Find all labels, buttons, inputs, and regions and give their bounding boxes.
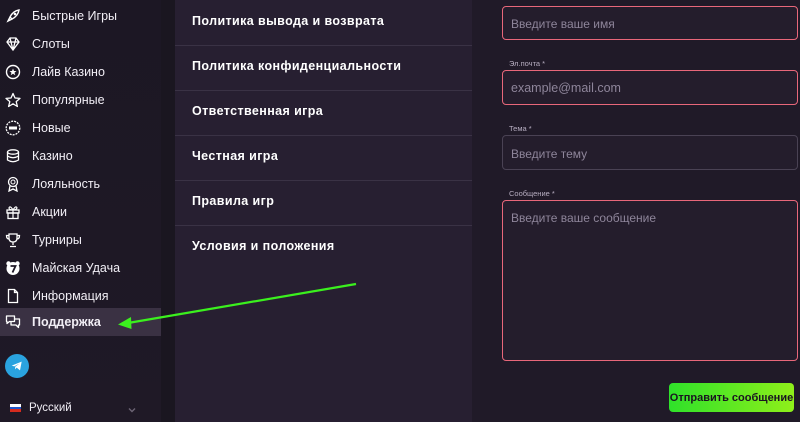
sidebar-item-label: Казино — [32, 149, 73, 163]
sidebar-item-label: Турниры — [32, 233, 82, 247]
sidebar-item-new[interactable]: Новые — [0, 114, 161, 142]
diamond-icon — [5, 36, 21, 52]
sidebar-item-promotions[interactable]: Акции — [0, 198, 161, 226]
policy-link-label: Политика вывода и возврата — [192, 14, 385, 28]
new-badge-icon — [5, 120, 21, 136]
subject-label: Тема * — [509, 124, 532, 133]
name-placeholder: Введите ваше имя — [511, 17, 615, 31]
policy-link-terms[interactable]: Условия и положения — [175, 225, 472, 270]
policy-link-game-rules[interactable]: Правила игр — [175, 180, 472, 226]
policy-link-label: Политика конфиденциальности — [192, 59, 402, 73]
email-label: Эл.почта * — [509, 59, 546, 68]
sidebar-item-support[interactable]: Поддержка — [0, 308, 161, 336]
policy-link-label: Условия и положения — [192, 239, 335, 253]
document-icon — [5, 288, 21, 304]
star-icon — [5, 92, 21, 108]
sidebar-item-label: Информация — [32, 289, 109, 303]
sidebar-item-label: Слоты — [32, 37, 70, 51]
email-placeholder: example@mail.com — [511, 81, 621, 95]
sidebar-item-label: Лайв Казино — [32, 65, 105, 79]
policy-link-responsible-gaming[interactable]: Ответственная игра — [175, 90, 472, 136]
medal-icon — [5, 176, 21, 192]
policy-link-privacy[interactable]: Политика конфиденциальности — [175, 45, 472, 91]
message-placeholder: Введите ваше сообщение — [511, 211, 657, 225]
sidebar-item-label: Поддержка — [32, 315, 101, 329]
message-textarea[interactable]: Введите ваше сообщение — [502, 200, 798, 361]
policy-link-label: Правила игр — [192, 194, 275, 208]
language-selector[interactable]: Русский — [10, 400, 145, 416]
chevron-down-icon — [127, 402, 137, 420]
content-divider — [161, 0, 175, 422]
policy-link-label: Ответственная игра — [192, 104, 324, 118]
policy-list: Политика вывода и возврата Политика конф… — [175, 0, 472, 422]
telegram-icon[interactable] — [5, 354, 29, 378]
send-message-button[interactable]: Отправить сообщение — [669, 383, 794, 412]
policy-link-withdrawal[interactable]: Политика вывода и возврата — [175, 0, 472, 46]
sidebar-item-loyalty[interactable]: Лояльность — [0, 170, 161, 198]
policy-link-fair-play[interactable]: Честная игра — [175, 135, 472, 181]
sidebar-item-label: Популярные — [32, 93, 105, 107]
gift-icon — [5, 204, 21, 220]
send-message-label: Отправить сообщение — [669, 391, 794, 404]
name-input[interactable]: Введите ваше имя — [502, 6, 798, 40]
email-input[interactable]: example@mail.com — [502, 70, 798, 105]
sidebar-item-label: Лояльность — [32, 177, 101, 191]
sidebar-item-fast-games[interactable]: Быстрые Игры — [0, 2, 161, 30]
sidebar: Быстрые Игры Слоты Лайв Казино Популярны… — [0, 0, 161, 422]
ru-flag-icon — [10, 404, 21, 413]
sidebar-item-label: Акции — [32, 205, 67, 219]
subject-placeholder: Введите тему — [511, 147, 588, 161]
trophy-icon — [5, 232, 21, 248]
sidebar-item-label: Майская Удача — [32, 261, 121, 275]
sidebar-item-live-casino[interactable]: Лайв Казино — [0, 58, 161, 86]
sidebar-item-label: Новые — [32, 121, 71, 135]
sidebar-item-label: Быстрые Игры — [32, 9, 118, 23]
sidebar-item-slots[interactable]: Слоты — [0, 30, 161, 58]
subject-input[interactable]: Введите тему — [502, 135, 798, 170]
coin-stack-icon — [5, 148, 21, 164]
chip-icon — [5, 64, 21, 80]
sidebar-item-casino[interactable]: Казино — [0, 142, 161, 170]
sidebar-item-tournaments[interactable]: Турниры — [0, 226, 161, 254]
chat-icon — [5, 314, 21, 330]
language-label: Русский — [29, 402, 72, 414]
message-label: Сообщение * — [509, 189, 555, 198]
policy-link-label: Честная игра — [192, 149, 279, 163]
lucky-seven-icon — [5, 260, 21, 276]
sidebar-item-info[interactable]: Информация — [0, 282, 161, 310]
sidebar-item-may-luck[interactable]: Майская Удача — [0, 254, 161, 282]
rocket-icon — [5, 8, 21, 24]
sidebar-item-popular[interactable]: Популярные — [0, 86, 161, 114]
